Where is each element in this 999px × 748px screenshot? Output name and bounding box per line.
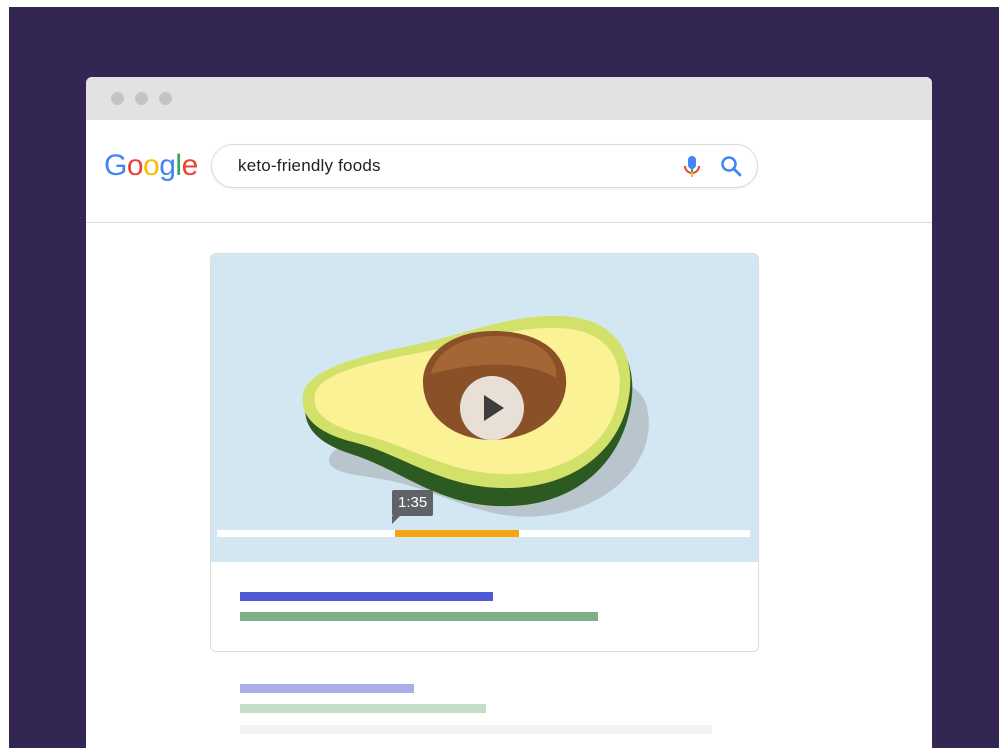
key-moment-segment[interactable] (392, 530, 521, 537)
google-logo[interactable]: Google (104, 148, 198, 184)
logo-letter: G (104, 149, 127, 182)
search-input[interactable]: keto-friendly foods (211, 144, 758, 188)
timestamp-tooltip: 1:35 (392, 490, 434, 524)
logo-letter: e (181, 149, 199, 182)
play-icon (484, 395, 504, 421)
play-button[interactable] (460, 376, 524, 440)
search-query[interactable]: keto-friendly foods (238, 156, 381, 176)
logo-letter: g (159, 149, 176, 182)
video-thumbnail[interactable]: 1:35 (211, 254, 758, 562)
timestamp-label: 1:35 (398, 494, 428, 511)
tooltip-tail (392, 516, 400, 524)
result-url-placeholder (240, 612, 598, 621)
mic-icon[interactable] (682, 155, 702, 179)
window-dot[interactable] (159, 92, 172, 105)
logo-letter: o (143, 149, 160, 182)
browser-window: Google keto-friendly foods 1:35 (86, 77, 932, 748)
search-icon[interactable] (720, 155, 742, 177)
window-dot[interactable] (135, 92, 148, 105)
result-snippet-placeholder (240, 725, 712, 734)
result-url-placeholder (240, 704, 486, 713)
video-progress-bar[interactable] (217, 530, 750, 537)
browser-titlebar (86, 77, 932, 120)
search-header: Google keto-friendly foods (86, 120, 932, 223)
window-dot[interactable] (111, 92, 124, 105)
result-title-placeholder[interactable] (240, 592, 493, 601)
video-result-card[interactable]: 1:35 (210, 253, 759, 652)
logo-letter: o (126, 149, 144, 182)
result-title-placeholder[interactable] (240, 684, 414, 693)
